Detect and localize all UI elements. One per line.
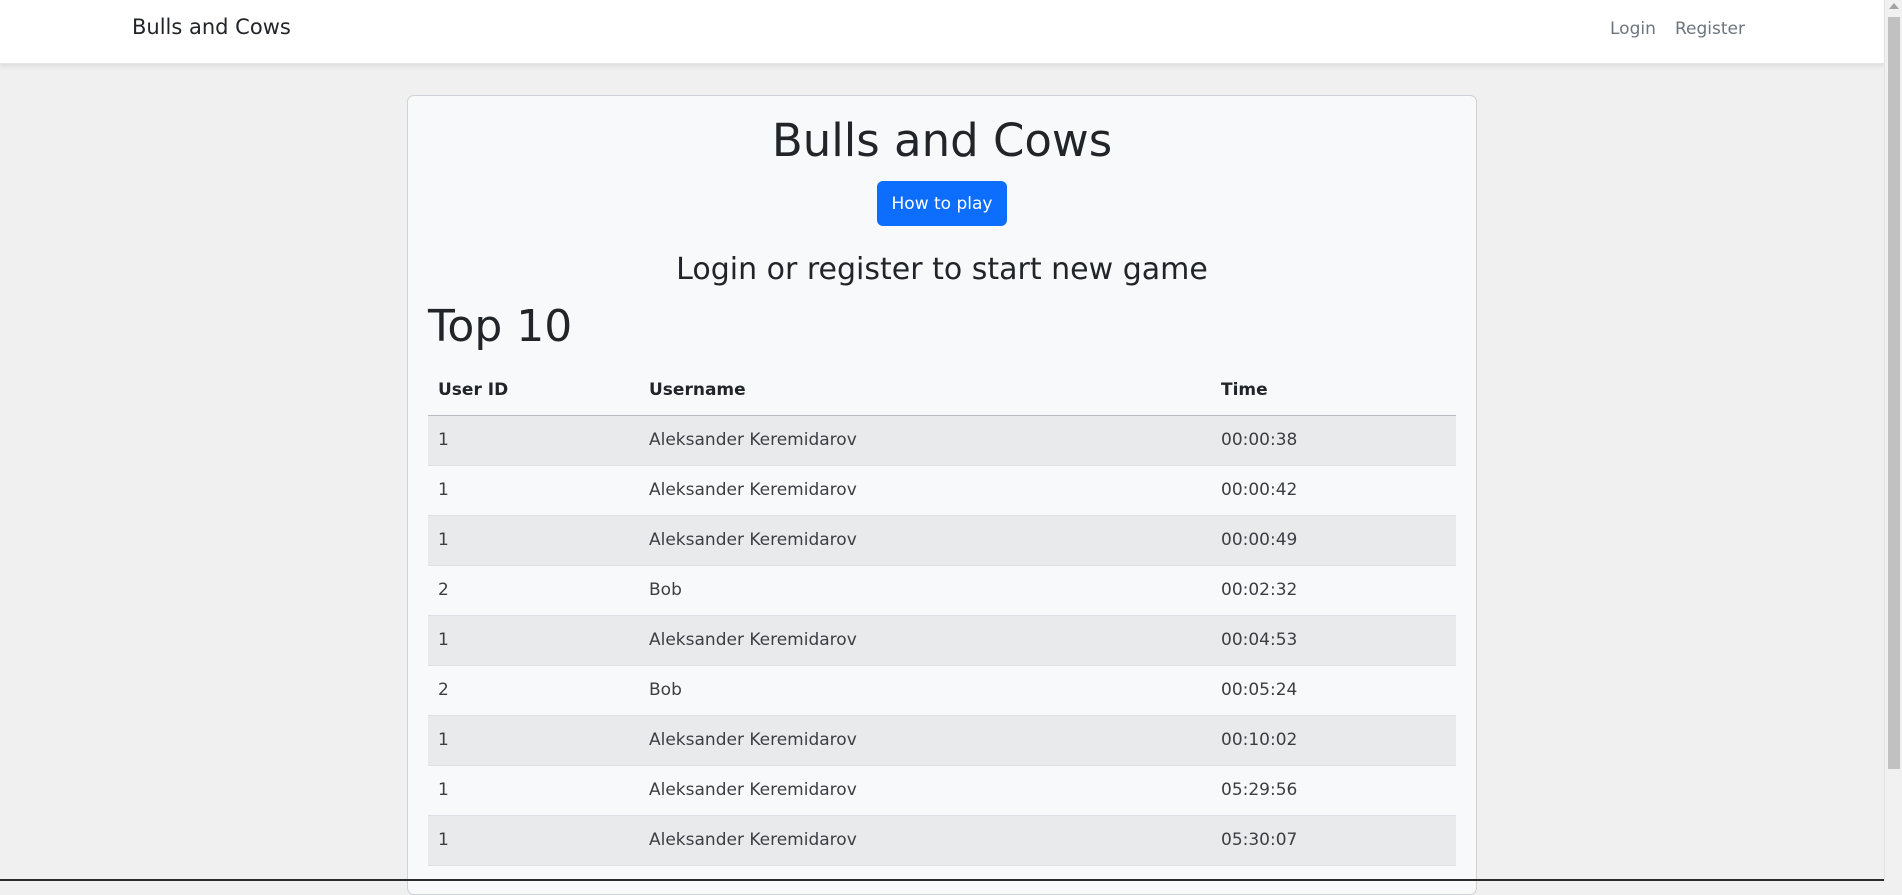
cell-username: Aleksander Keremidarov bbox=[639, 515, 1211, 566]
cell-time: 05:30:07 bbox=[1211, 815, 1456, 866]
scroll-up-arrow-icon[interactable] bbox=[1889, 3, 1899, 9]
leaderboard-table: User ID Username Time 1 Aleksander Kerem… bbox=[428, 365, 1456, 866]
nav-register-link[interactable]: Register bbox=[1675, 19, 1745, 39]
cell-time: 05:29:56 bbox=[1211, 765, 1456, 816]
cell-user-id: 1 bbox=[428, 465, 639, 516]
cell-user-id: 2 bbox=[428, 665, 639, 716]
table-row: 1 Aleksander Keremidarov 00:10:02 bbox=[428, 715, 1456, 766]
table-row: 1 Aleksander Keremidarov 00:04:53 bbox=[428, 615, 1456, 666]
cell-time: 00:10:02 bbox=[1211, 715, 1456, 766]
top-navbar: Bulls and Cows Login Register bbox=[0, 0, 1884, 64]
main-card: Bulls and Cows How to play Login or regi… bbox=[407, 95, 1477, 895]
cell-time: 00:00:42 bbox=[1211, 465, 1456, 516]
table-header-row: User ID Username Time bbox=[428, 365, 1456, 416]
table-row: 1 Aleksander Keremidarov 00:00:49 bbox=[428, 515, 1456, 566]
nav-login-link[interactable]: Login bbox=[1610, 19, 1656, 39]
cell-username: Bob bbox=[639, 665, 1211, 716]
cell-user-id: 1 bbox=[428, 415, 639, 466]
top-ten-heading: Top 10 bbox=[428, 301, 573, 352]
how-to-play-button[interactable]: How to play bbox=[877, 181, 1007, 226]
cell-user-id: 1 bbox=[428, 765, 639, 816]
cell-time: 00:05:24 bbox=[1211, 665, 1456, 716]
cell-user-id: 1 bbox=[428, 515, 639, 566]
scrollbar-thumb[interactable] bbox=[1888, 17, 1900, 769]
cell-username: Aleksander Keremidarov bbox=[639, 615, 1211, 666]
header-user-id: User ID bbox=[428, 365, 639, 416]
cell-user-id: 1 bbox=[428, 715, 639, 766]
cell-time: 00:04:53 bbox=[1211, 615, 1456, 666]
cell-username: Aleksander Keremidarov bbox=[639, 815, 1211, 866]
table-row: 1 Aleksander Keremidarov 05:29:56 bbox=[428, 765, 1456, 816]
cell-user-id: 2 bbox=[428, 565, 639, 616]
brand-link[interactable]: Bulls and Cows bbox=[132, 15, 291, 39]
cell-time: 00:00:49 bbox=[1211, 515, 1456, 566]
table-row: 1 Aleksander Keremidarov 00:00:42 bbox=[428, 465, 1456, 516]
cell-username: Aleksander Keremidarov bbox=[639, 715, 1211, 766]
cell-user-id: 1 bbox=[428, 615, 639, 666]
cell-username: Aleksander Keremidarov bbox=[639, 765, 1211, 816]
table-row: 1 Aleksander Keremidarov 00:00:38 bbox=[428, 415, 1456, 466]
cell-time: 00:00:38 bbox=[1211, 415, 1456, 466]
cell-username: Bob bbox=[639, 565, 1211, 616]
vertical-scrollbar[interactable] bbox=[1884, 0, 1902, 881]
login-prompt-heading: Login or register to start new game bbox=[676, 252, 1208, 287]
header-username: Username bbox=[639, 365, 1211, 416]
cell-time: 00:02:32 bbox=[1211, 565, 1456, 616]
cell-username: Aleksander Keremidarov bbox=[639, 415, 1211, 466]
cell-username: Aleksander Keremidarov bbox=[639, 465, 1211, 516]
table-row: 2 Bob 00:02:32 bbox=[428, 565, 1456, 616]
cell-user-id: 1 bbox=[428, 815, 639, 866]
header-time: Time bbox=[1211, 365, 1456, 416]
table-row: 1 Aleksander Keremidarov 05:30:07 bbox=[428, 815, 1456, 866]
table-row: 2 Bob 00:05:24 bbox=[428, 665, 1456, 716]
page-title: Bulls and Cows bbox=[771, 114, 1113, 167]
